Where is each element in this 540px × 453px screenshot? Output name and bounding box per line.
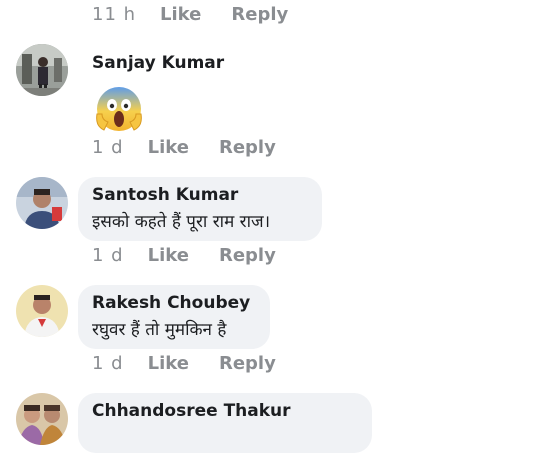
comment-actions: 1 d Like Reply [92,353,276,374]
face-screaming-in-fear-icon [94,84,144,138]
comment-timestamp: 1 d [92,245,124,266]
top-comment-actions: 11 h Like Reply [92,4,288,25]
avatar[interactable] [16,393,68,445]
comment-actions: 1 d Like Reply [92,137,276,158]
comment-text: इसको कहते हैं पूरा राम राज। [92,212,271,232]
comment-bubble: Rakesh Choubey रघुवर हैं तो मुमकिन है [78,285,270,349]
avatar[interactable] [16,44,68,96]
reply-link[interactable]: Reply [219,137,276,158]
like-link[interactable]: Like [148,245,189,266]
like-link[interactable]: Like [160,4,201,25]
comment-timestamp: 1 d [92,137,124,158]
comment-author[interactable]: Rakesh Choubey [92,293,256,313]
like-link[interactable]: Like [148,353,189,374]
comment-actions: 1 d Like Reply [92,245,276,266]
comment-author[interactable]: Chhandosree Thakur [92,401,358,421]
like-link[interactable]: Like [148,137,189,158]
comment-text: रघुवर हैं तो मुमकिन है [92,320,227,340]
comment-timestamp: 1 d [92,353,124,374]
comment-author[interactable]: Santosh Kumar [92,185,308,205]
reply-link[interactable]: Reply [231,4,288,25]
comment-author[interactable]: Sanjay Kumar [92,53,224,73]
reply-link[interactable]: Reply [219,353,276,374]
comment-bubble: Chhandosree Thakur [78,393,372,453]
reply-link[interactable]: Reply [219,245,276,266]
comment-timestamp: 11 h [92,4,137,25]
avatar[interactable] [16,177,68,229]
avatar[interactable] [16,285,68,337]
comment-bubble: Santosh Kumar इसको कहते हैं पूरा राम राज… [78,177,322,241]
